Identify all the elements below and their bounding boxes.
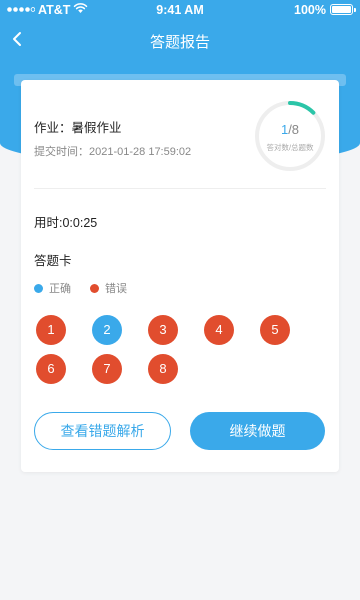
homework-name: 作业：暑假作业 [34, 121, 122, 135]
question-button-1[interactable]: 1 [36, 315, 66, 345]
wrong-dot-icon [90, 284, 99, 293]
status-bar: AT&T 9:41 AM 100% [0, 0, 360, 20]
score-ratio-label: 答对数/总题数 [266, 143, 314, 152]
answer-card-title: 答题卡 [34, 254, 72, 268]
question-button-8[interactable]: 8 [148, 354, 178, 384]
question-button-4[interactable]: 4 [204, 315, 234, 345]
question-button-6[interactable]: 6 [36, 354, 66, 384]
time-used: 用时:0:0:25 [34, 216, 98, 230]
question-button-5[interactable]: 5 [260, 315, 290, 345]
correct-dot-icon [34, 284, 43, 293]
legend-wrong-label: 错误 [105, 283, 127, 295]
legend-wrong: 错误 [90, 280, 127, 296]
report-card: 作业：暑假作业 提交时间：2021-01-28 17:59:02 1/8 答对数… [21, 80, 339, 472]
submit-time: 提交时间：2021-01-28 17:59:02 [34, 146, 192, 158]
battery-percent: 100% [294, 3, 326, 17]
question-button-2[interactable]: 2 [92, 315, 122, 345]
score-ratio: 1/8 [254, 122, 326, 137]
continue-button[interactable]: 继续做题 [190, 412, 325, 450]
nav-bar: 答题报告 [0, 22, 360, 58]
page-title: 答题报告 [149, 34, 210, 51]
question-button-7[interactable]: 7 [92, 354, 122, 384]
view-mistakes-button[interactable]: 查看错题解析 [34, 412, 171, 450]
divider [34, 188, 326, 189]
total-count: /8 [288, 122, 300, 137]
legend-correct: 正确 [34, 280, 71, 296]
legend-correct-label: 正确 [49, 283, 71, 295]
battery-icon [330, 4, 356, 15]
question-button-3[interactable]: 3 [148, 315, 178, 345]
